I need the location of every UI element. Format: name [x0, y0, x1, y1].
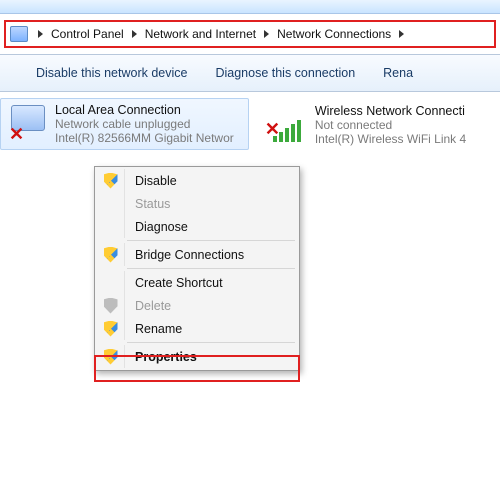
wifi-signal-icon [273, 120, 301, 142]
window-titlebar [0, 0, 500, 14]
computer-icon [10, 26, 28, 42]
connection-status: Network cable unplugged [55, 117, 234, 131]
breadcrumb-control-panel[interactable]: Control Panel [51, 27, 124, 41]
shield-icon [104, 173, 118, 189]
breadcrumb-arrow-icon[interactable] [264, 30, 269, 38]
connection-name: Local Area Connection [55, 103, 234, 117]
breadcrumb-arrow-icon[interactable] [399, 30, 404, 38]
menu-separator [127, 240, 295, 241]
menu-separator [127, 268, 295, 269]
breadcrumb-network-connections[interactable]: Network Connections [277, 27, 391, 41]
rename-connection-button[interactable]: Rena [383, 66, 413, 80]
connection-item-lan[interactable]: ✕ Local Area Connection Network cable un… [0, 98, 249, 150]
breadcrumb-network-and-internet[interactable]: Network and Internet [145, 27, 256, 41]
menu-item-delete: Delete [97, 294, 297, 317]
shield-icon [104, 247, 118, 263]
diagnose-connection-button[interactable]: Diagnose this connection [215, 66, 355, 80]
breadcrumb[interactable]: Control Panel Network and Internet Netwo… [4, 20, 496, 48]
menu-item-bridge-connections[interactable]: Bridge Connections [97, 243, 297, 266]
shield-icon [104, 321, 118, 337]
menu-item-diagnose[interactable]: Diagnose [97, 215, 297, 238]
wifi-adapter-icon: ✕ [267, 104, 309, 146]
menu-item-properties[interactable]: Properties [97, 345, 297, 368]
connection-name: Wireless Network Connecti [315, 104, 466, 118]
connection-item-wifi[interactable]: ✕ Wireless Network Connecti Not connecte… [261, 98, 500, 150]
menu-item-rename[interactable]: Rename [97, 317, 297, 340]
disable-device-button[interactable]: Disable this network device [36, 66, 187, 80]
menu-separator [127, 342, 295, 343]
network-adapter-icon: ✕ [7, 103, 49, 145]
shield-icon [104, 349, 118, 365]
breadcrumb-arrow-icon[interactable] [132, 30, 137, 38]
connection-device: Intel(R) 82566MM Gigabit Networ [55, 131, 234, 145]
menu-item-create-shortcut[interactable]: Create Shortcut [97, 271, 297, 294]
breadcrumb-area: Control Panel Network and Internet Netwo… [0, 14, 500, 54]
connections-list: ✕ Local Area Connection Network cable un… [0, 92, 500, 150]
breadcrumb-arrow-icon[interactable] [38, 30, 43, 38]
menu-item-status: Status [97, 192, 297, 215]
connection-device: Intel(R) Wireless WiFi Link 4 [315, 132, 466, 146]
menu-item-disable[interactable]: Disable [97, 169, 297, 192]
shield-icon [104, 298, 118, 314]
error-x-icon: ✕ [9, 125, 27, 143]
context-menu: Disable Status Diagnose Bridge Connectio… [94, 166, 300, 371]
connection-status: Not connected [315, 118, 466, 132]
toolbar: Disable this network device Diagnose thi… [0, 54, 500, 92]
